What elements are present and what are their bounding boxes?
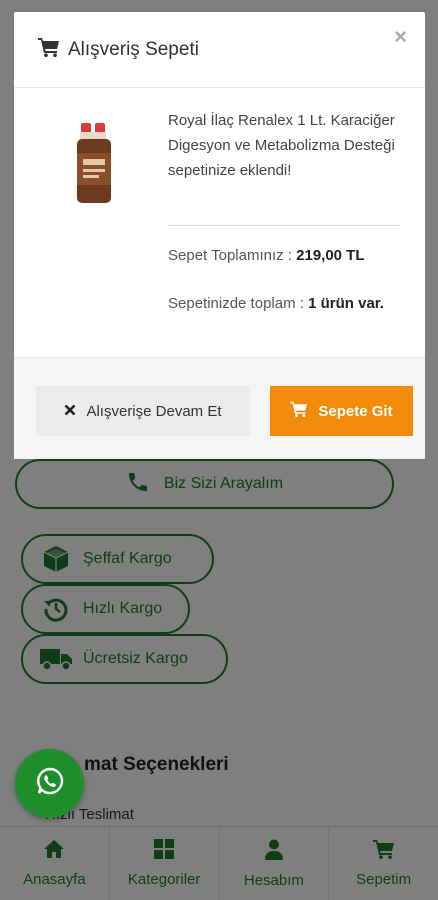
close-icon xyxy=(64,403,76,420)
cart-total-label: Sepet Toplamınız : xyxy=(168,247,292,264)
continue-shopping-button[interactable]: Alışverişe Devam Et xyxy=(36,386,250,436)
cart-count-value: 1 ürün var. xyxy=(308,295,384,312)
cart-total: Sepet Toplamınız : 219,00 TL xyxy=(168,247,365,264)
cart-total-value: 219,00 TL xyxy=(296,247,365,264)
modal-footer: Alışverişe Devam Et Sepete Git xyxy=(14,357,425,459)
cart-icon xyxy=(38,37,60,62)
product-added-message: Royal İlaç Renalex 1 Lt. Karaciğer Diges… xyxy=(168,112,395,179)
cart-icon xyxy=(290,401,308,421)
continue-shopping-label: Alışverişe Devam Et xyxy=(86,402,222,420)
close-icon[interactable]: × xyxy=(394,26,407,48)
go-to-cart-label: Sepete Git xyxy=(318,402,393,420)
modal-header: Alışveriş Sepeti × xyxy=(14,12,425,88)
divider xyxy=(168,225,400,226)
go-to-cart-button[interactable]: Sepete Git xyxy=(270,386,413,436)
modal-title: Alışveriş Sepeti xyxy=(68,38,199,60)
whatsapp-button[interactable] xyxy=(15,749,84,818)
cart-modal: Alışveriş Sepeti × Royal İlaç Renalex 1 … xyxy=(14,12,425,459)
cart-count: Sepetinizde toplam : 1 ürün var. xyxy=(168,291,408,316)
product-image xyxy=(69,123,119,205)
cart-count-label: Sepetinizde toplam : xyxy=(168,295,304,312)
whatsapp-icon xyxy=(34,765,66,802)
